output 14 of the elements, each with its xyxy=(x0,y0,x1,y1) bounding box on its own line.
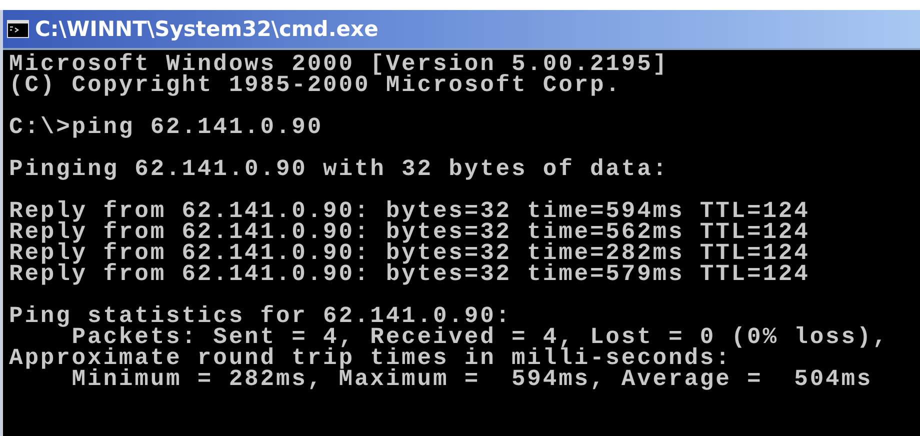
window-title: C:\WINNT\System32\cmd.exe xyxy=(35,17,378,41)
console-line: Minimum = 282ms, Maximum = 594ms, Average = 504ms xyxy=(72,369,873,390)
console-line: Reply from 62.141.0.90: bytes=32 time=282ms TTL=124 xyxy=(9,243,810,264)
console-line: Reply from 62.141.0.90: bytes=32 time=594ms TTL=124 xyxy=(9,201,810,222)
console-icon xyxy=(7,20,29,38)
console-line: Reply from 62.141.0.90: bytes=32 time=562ms TTL=124 xyxy=(9,222,810,243)
console-line: Ping statistics for 62.141.0.90: xyxy=(9,306,512,327)
console-line: Microsoft Windows 2000 [Version 5.00.2195] xyxy=(9,54,668,75)
console-line: C:\>ping 62.141.0.90 xyxy=(9,117,324,138)
console-line: Reply from 62.141.0.90: bytes=32 time=579ms TTL=124 xyxy=(9,264,810,285)
console-line: Packets: Sent = 4, Received = 4, Lost = 0 (0% loss), xyxy=(72,327,888,348)
console-line: Approximate round trip times in milli-seconds: xyxy=(9,348,732,369)
console-line: (C) Copyright 1985-2000 Microsoft Corp. xyxy=(9,75,622,96)
console-line: Pinging 62.141.0.90 with 32 bytes of data: xyxy=(9,159,668,180)
